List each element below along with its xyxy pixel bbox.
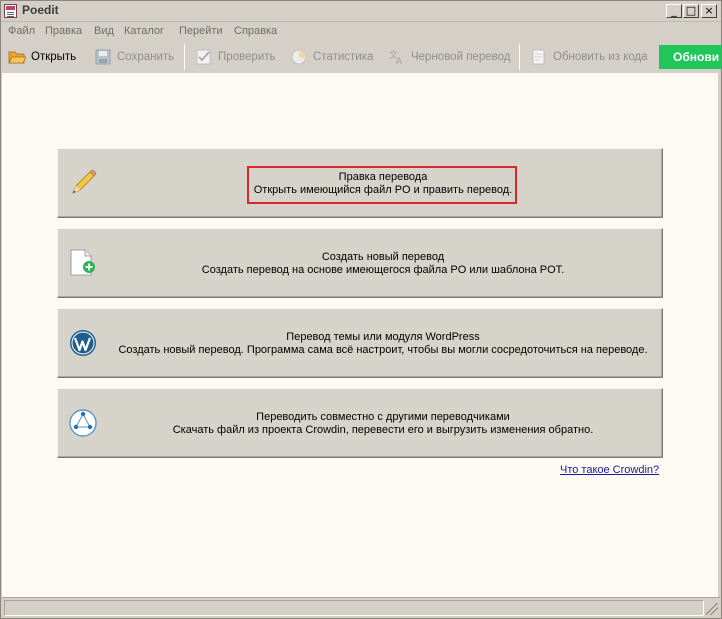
svg-text:A: A — [396, 57, 403, 65]
validate-label: Проверить — [218, 51, 276, 63]
menu-bar: Файл Правка Вид Каталог Перейти Справка — [0, 22, 722, 41]
card-subtitle: Создать перевод на основе имеющегося фай… — [201, 264, 565, 276]
card-title: Создать новый перевод — [321, 251, 445, 263]
card-subtitle: Открыть имеющийся файл PO и править пере… — [253, 184, 513, 196]
pencil-icon — [72, 169, 97, 194]
new-document-icon — [70, 249, 95, 276]
update-button[interactable]: Обнови — [659, 45, 722, 69]
crowdin-icon — [69, 409, 97, 437]
menu-file[interactable]: Файл — [8, 25, 35, 37]
welcome-content: Правка перевода Открыть имеющийся файл P… — [2, 73, 718, 597]
close-button[interactable]: × — [701, 4, 717, 18]
card-subtitle: Скачать файл из проекта Crowdin, перевес… — [172, 424, 594, 436]
resize-grip[interactable] — [706, 603, 718, 615]
open-label: Открыть — [31, 51, 77, 63]
card-text: Перевод темы или модуля WordPress Создат… — [104, 331, 662, 357]
menu-catalog[interactable]: Каталог — [124, 25, 164, 37]
pretranslate-button[interactable]: 文 A Черновой перевод — [388, 46, 510, 68]
checkmark-icon — [196, 49, 211, 65]
menu-help[interactable]: Справка — [234, 25, 277, 37]
toolbar-separator — [184, 44, 185, 70]
edit-translation-card[interactable]: Правка перевода Открыть имеющийся файл P… — [57, 148, 663, 218]
status-bar — [2, 597, 720, 617]
folder-open-icon — [8, 51, 26, 64]
new-translation-card[interactable]: Создать новый перевод Создать перевод на… — [57, 228, 663, 298]
card-text: Создать новый перевод Создать перевод на… — [104, 251, 662, 277]
what-is-crowdin-link[interactable]: Что такое Crowdin? — [560, 464, 659, 476]
card-title: Перевод темы или модуля WordPress — [286, 331, 480, 343]
statistics-label: Статистика — [313, 51, 374, 63]
validate-button[interactable]: Проверить — [195, 46, 276, 68]
toolbar-separator — [519, 44, 520, 70]
pie-chart-icon — [291, 49, 307, 65]
update-from-code-label: Обновить из кода — [553, 51, 648, 63]
wordpress-translation-card[interactable]: Перевод темы или модуля WordPress Создат… — [57, 308, 663, 378]
open-button[interactable]: Открыть — [8, 46, 76, 68]
pretranslate-label: Черновой перевод — [411, 51, 511, 63]
save-label: Сохранить — [117, 51, 175, 63]
update-from-code-button[interactable]: Обновить из кода — [530, 46, 648, 68]
maximize-button[interactable]: □ — [683, 4, 699, 18]
menu-view[interactable]: Вид — [94, 25, 114, 37]
crowdin-collaboration-card[interactable]: Переводить совместно с другими переводчи… — [57, 388, 663, 458]
card-subtitle: Создать новый перевод. Программа сама вс… — [118, 344, 648, 356]
menu-go[interactable]: Перейти — [179, 25, 223, 37]
statistics-button[interactable]: Статистика — [290, 46, 373, 68]
card-title: Переводить совместно с другими переводчи… — [256, 411, 510, 423]
toolbar: Открыть Сохранить Проверить Статистика 文… — [0, 41, 722, 73]
wordpress-icon — [70, 330, 96, 356]
title-bar: Poedit _ □ × — [0, 0, 722, 22]
status-panel — [4, 600, 704, 616]
card-text: Правка перевода Открыть имеющийся файл P… — [104, 171, 662, 197]
card-text: Переводить совместно с другими переводчи… — [104, 411, 662, 437]
menu-edit[interactable]: Правка — [45, 25, 82, 37]
save-button[interactable]: Сохранить — [94, 46, 174, 68]
window-title: Poedit — [22, 3, 59, 17]
card-title: Правка перевода — [338, 171, 428, 183]
update-document-icon — [532, 49, 545, 65]
minimize-button[interactable]: _ — [666, 4, 682, 18]
save-icon — [95, 49, 111, 65]
translate-icon: 文 A — [389, 49, 403, 65]
poedit-app-icon — [4, 4, 17, 18]
